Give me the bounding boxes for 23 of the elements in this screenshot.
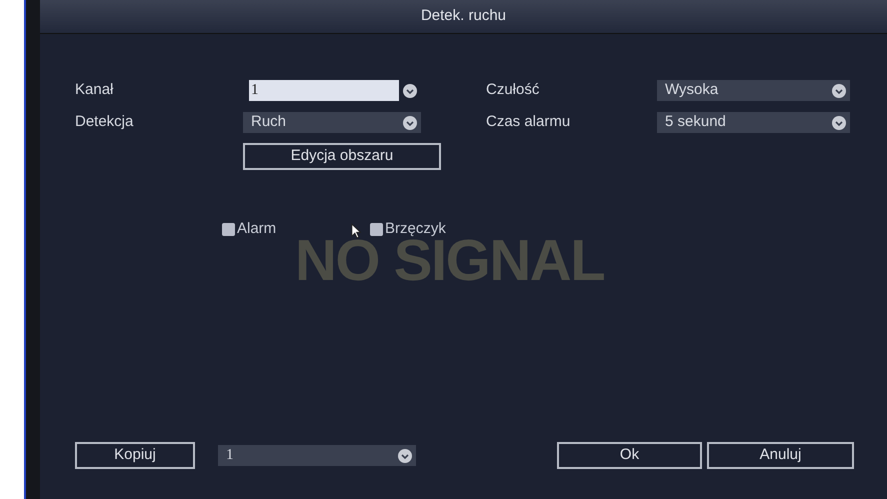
checkbox[interactable] bbox=[370, 222, 383, 236]
dropdown[interactable]: Wysoka bbox=[657, 80, 850, 101]
chevron-down-icon bbox=[403, 84, 417, 98]
dropdown[interactable]: Ruch bbox=[243, 112, 421, 133]
checkbox[interactable] bbox=[222, 222, 235, 236]
field-label: Kanał bbox=[75, 80, 114, 100]
chevron-down-icon bbox=[403, 116, 417, 130]
dropdown[interactable]: 5 sekund bbox=[657, 112, 850, 133]
area-edit-button[interactable]: Edycja obszaru bbox=[243, 142, 441, 170]
dropdown[interactable]: 1 bbox=[218, 445, 416, 466]
copy-button[interactable]: Kopiuj bbox=[75, 442, 195, 469]
window-title: Detek. ruchu bbox=[420, 6, 506, 26]
ok-button[interactable]: Ok bbox=[557, 442, 702, 469]
chevron-down-icon bbox=[832, 116, 846, 130]
chevron-down-icon bbox=[832, 84, 846, 98]
checkbox-label: Alarm bbox=[237, 218, 276, 239]
cancel-button[interactable]: Anuluj bbox=[707, 442, 854, 469]
field-label: Czas alarmu bbox=[486, 112, 572, 132]
cursor-icon bbox=[351, 223, 363, 239]
field-label: Detekcja bbox=[75, 112, 134, 132]
field-label: Czułość bbox=[486, 80, 540, 100]
chevron-down-icon bbox=[398, 448, 412, 462]
checkbox-label: Brzęczyk bbox=[385, 218, 446, 239]
